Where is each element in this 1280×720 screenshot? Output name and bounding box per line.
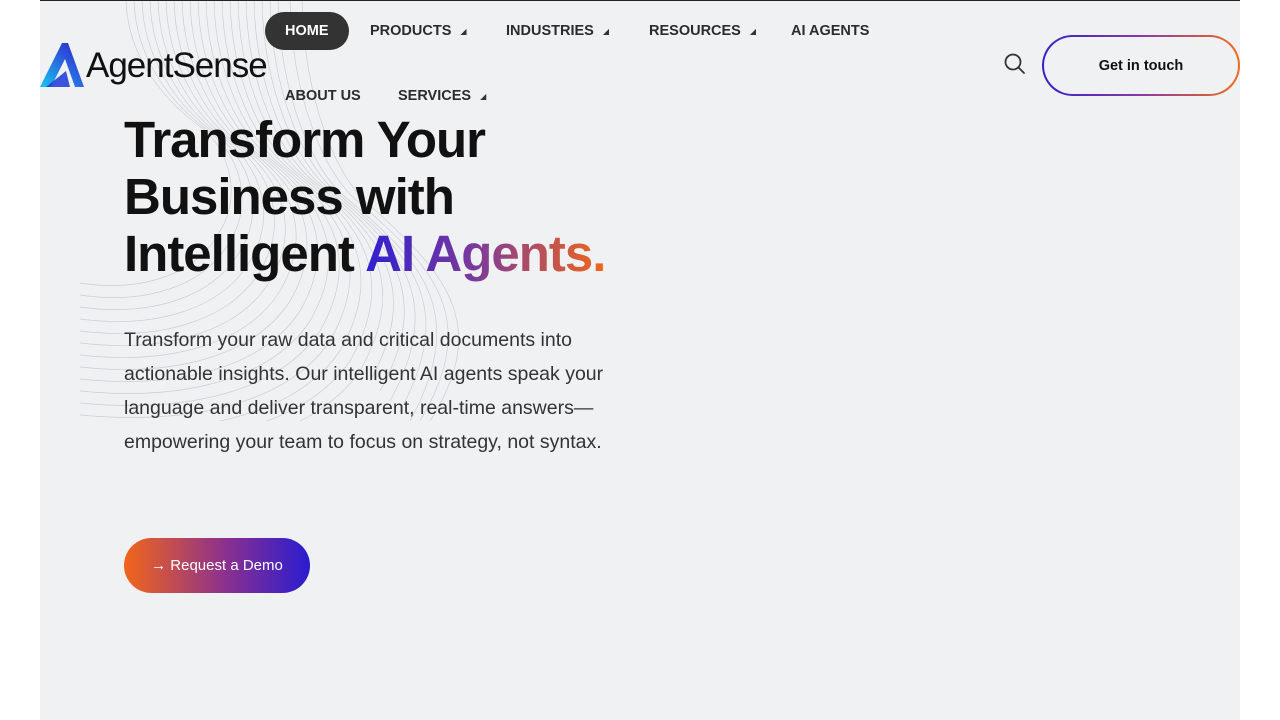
page: AgentSense HOME PRODUCTS ◢ INDUSTRIES ◢ … [40,0,1240,720]
brand-name: AgentSense [86,45,268,85]
caret-down-icon: ◢ [749,26,757,36]
nav-services-label: SERVICES [398,88,472,104]
hero-title-line1: Transform Your [124,111,486,168]
nav-services[interactable]: SERVICES ◢ [398,77,486,115]
nav-resources-label: RESOURCES [649,23,741,39]
caret-down-icon: ◢ [602,26,609,36]
caret-down-icon: ◢ [460,26,467,36]
nav-about-us-label: ABOUT US [285,88,361,104]
get-in-touch-button[interactable]: Get in touch [1042,35,1240,96]
hero-title-line3: Intelligent [124,225,366,282]
request-demo-button[interactable]: → Request a Demo [124,538,310,593]
request-demo-label: → Request a Demo [151,557,283,574]
nav-products-label: PRODUCTS [370,23,452,39]
brand-logo[interactable]: AgentSense [40,43,268,87]
nav-about-us[interactable]: ABOUT US [285,77,361,115]
hero-title-line2: Business with [124,168,455,225]
hero-subtitle: Transform your raw data and critical doc… [124,329,604,453]
search-icon[interactable] [1002,51,1028,77]
get-in-touch-label: Get in touch [1044,37,1238,94]
nav-ai-agents-label: AI AGENTS [791,23,870,39]
nav-industries-label: INDUSTRIES [506,23,594,39]
nav-home[interactable]: HOME [265,12,349,50]
nav-home-label: HOME [285,23,329,39]
nav-products[interactable]: PRODUCTS ◢ [370,12,467,50]
nav-industries[interactable]: INDUSTRIES ◢ [506,12,609,50]
hero-title-highlight: AI Agents. [365,225,606,282]
caret-down-icon: ◢ [480,91,487,101]
nav-resources[interactable]: RESOURCES ◢ [649,12,756,50]
agentsense-logo-icon [40,43,84,87]
nav-ai-agents[interactable]: AI AGENTS [791,12,869,50]
hero-title: Transform Your Business with Intelligent… [124,111,684,282]
